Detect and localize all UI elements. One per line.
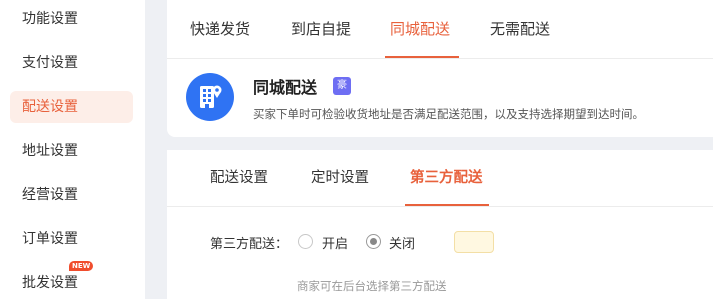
settings-sidebar: 功能设置 支付设置 配送设置 地址设置 经营设置 订单设置 批发设置 NEW [0,0,145,299]
sidebar-item-address-settings[interactable]: 地址设置 [10,135,133,167]
tab-scheduled-settings[interactable]: 定时设置 [311,150,369,206]
radio-disable-label[interactable]: 关闭 [389,233,415,252]
sidebar-item-label: 经营设置 [22,187,78,203]
tabs-divider [167,58,713,59]
feature-title: 同城配送 [253,78,318,97]
tab-local-delivery[interactable]: 同城配送 [390,0,450,58]
local-delivery-settings-card: 配送设置 定时设置 第三方配送 第三方配送： 开启 关闭 商家可在后台选择第三方… [167,150,713,299]
sidebar-item-label: 批发设置 [22,275,78,291]
building-icon [186,73,234,121]
sidebar-item-delivery-settings[interactable]: 配送设置 [10,91,133,123]
sidebar-item-label: 支付设置 [22,55,78,71]
feature-tag: 豪 [333,77,351,95]
radio-enable-label[interactable]: 开启 [322,233,348,252]
radio-disable[interactable] [366,234,381,249]
sidebar-item-function-settings[interactable]: 功能设置 [10,3,133,35]
third-party-hint: 商家可在后台选择第三方配送 [297,279,447,293]
tab-third-party-delivery[interactable]: 第三方配送 [410,150,483,206]
status-note-box [454,231,494,253]
tab-express-delivery[interactable]: 快递发货 [190,0,250,58]
radio-enable[interactable] [298,234,313,249]
feature-description: 买家下单时可检验收货地址是否满足配送范围，以及支持选择期望到达时间。 [253,107,644,121]
tab-no-delivery[interactable]: 无需配送 [490,0,550,58]
third-party-delivery-label: 第三方配送： [210,237,289,252]
sidebar-item-payment-settings[interactable]: 支付设置 [10,47,133,79]
sidebar-item-label: 地址设置 [22,143,78,159]
new-badge: NEW [69,261,94,271]
sidebar-item-label: 功能设置 [22,11,78,27]
subtabs-divider [167,206,713,207]
sidebar-item-business-settings[interactable]: 经营设置 [10,179,133,211]
sidebar-item-label: 订单设置 [22,231,78,247]
sidebar-item-wholesale-settings[interactable]: 批发设置 NEW [10,261,133,299]
tab-delivery-config[interactable]: 配送设置 [210,150,268,206]
tab-store-pickup[interactable]: 到店自提 [291,0,351,58]
sidebar-item-label: 配送设置 [22,99,78,115]
delivery-method-card: 快递发货 到店自提 同城配送 无需配送 同城配送 豪 买家下单时可检验收货地址是… [167,0,713,137]
sidebar-item-order-settings[interactable]: 订单设置 [10,223,133,255]
